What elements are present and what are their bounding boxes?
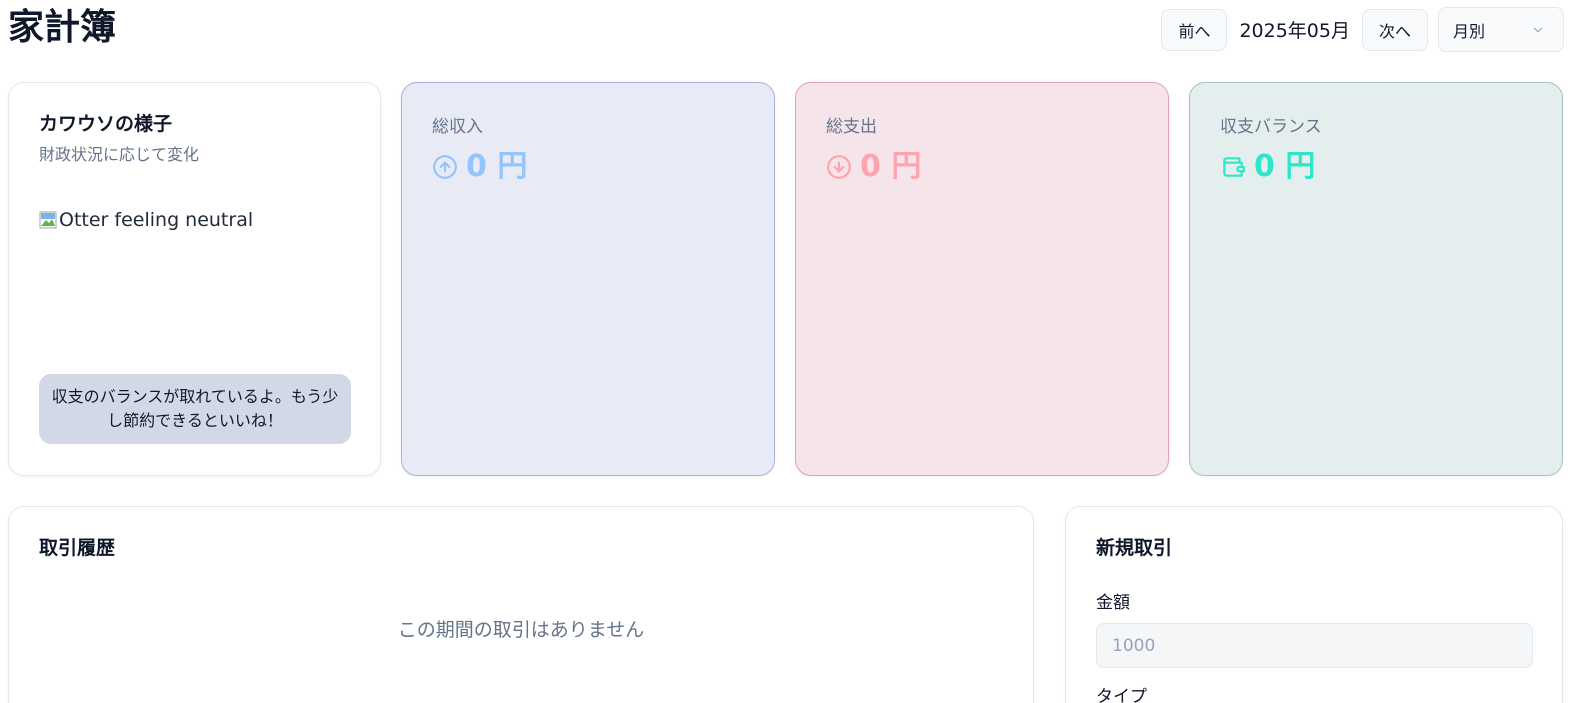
chevron-down-icon [1533, 27, 1543, 32]
transaction-history-card: 取引履歴 この期間の取引はありません [8, 506, 1034, 703]
view-mode-select[interactable]: 月別 [1438, 7, 1564, 52]
wallet-icon [1223, 157, 1245, 177]
current-period: 2025年05月 [1239, 20, 1350, 42]
next-period-button[interactable]: 次へ [1361, 8, 1428, 51]
total-expense-row: 0 円 [826, 149, 1138, 185]
balance-row: 0 円 [1220, 149, 1532, 185]
broken-image-icon [39, 211, 57, 229]
view-mode-value: 月別 [1453, 21, 1486, 41]
total-income-label: 総収入 [432, 117, 483, 137]
amount-label: 金額 [1096, 593, 1130, 613]
total-expense-card: 総支出 0 円 [795, 82, 1169, 476]
otter-card-title: カワウソの様子 [39, 113, 173, 135]
arrow-up-circle-icon [433, 155, 457, 179]
otter-image-alt-text: Otter feeling neutral [59, 209, 254, 231]
otter-message: 収支のバランスが取れているよ。もう少し節約できるといいね！ [51, 387, 339, 430]
balance-label: 収支バランス [1220, 117, 1322, 137]
new-transaction-card: 新規取引 金額 1000 タイプ [1065, 506, 1563, 703]
total-income-value: 0 円 [466, 149, 528, 184]
total-expense-value: 0 円 [860, 149, 922, 184]
balance-card: 収支バランス 0 円 [1189, 82, 1563, 476]
page-title: 家計簿 [8, 7, 117, 48]
history-title: 取引履歴 [39, 537, 116, 559]
total-income-row: 0 円 [432, 149, 744, 185]
amount-placeholder: 1000 [1112, 635, 1156, 656]
otter-speech-bubble: 収支のバランスが取れているよ。もう少し節約できるといいね！ [39, 374, 351, 444]
period-controls: 前へ 2025年05月 次へ 月別 [1161, 7, 1564, 52]
balance-value: 0 円 [1254, 149, 1316, 184]
new-transaction-title: 新規取引 [1096, 537, 1173, 559]
history-empty-message: この期間の取引はありません [397, 619, 645, 641]
amount-input[interactable]: 1000 [1096, 623, 1533, 668]
otter-image: Otter feeling neutral [39, 207, 350, 233]
arrow-down-circle-icon [827, 155, 851, 179]
total-income-card: 総収入 0 円 [401, 82, 775, 476]
otter-status-card: カワウソの様子 財政状況に応じて変化 Otter feeling neutral… [8, 82, 381, 476]
otter-card-subtitle: 財政状況に応じて変化 [39, 145, 200, 164]
prev-period-button[interactable]: 前へ [1161, 8, 1228, 51]
total-expense-label: 総支出 [826, 117, 877, 137]
type-label: タイプ [1096, 687, 1147, 703]
